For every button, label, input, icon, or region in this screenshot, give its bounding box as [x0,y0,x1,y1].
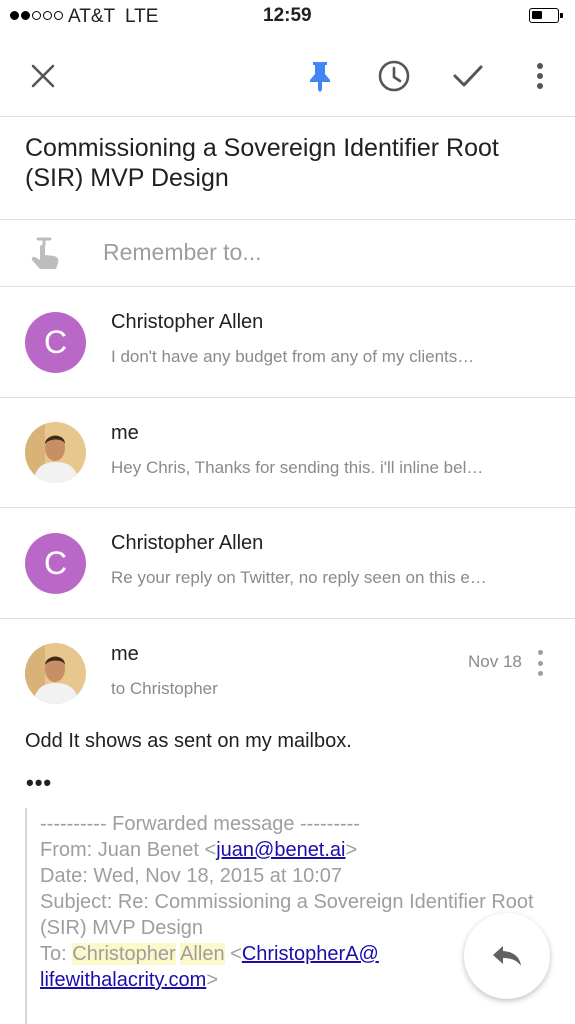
carrier-name: AT&T [68,6,116,27]
forwarded-subject: Subject: Re: Commissioning a Sovereign I… [40,891,534,939]
thread-message-collapsed[interactable]: C Christopher Allen I don't have any bud… [0,287,575,397]
message-snippet: Hey Chris, Thanks for sending this. i'll… [111,458,484,477]
reminder-input[interactable]: Remember to... [103,239,262,266]
message-snippet: I don't have any budget from any of my c… [111,347,475,366]
to-email-link[interactable]: ChristopherA@ [242,943,379,965]
sender-name: Christopher Allen [111,311,264,333]
from-email-link[interactable]: juan@benet.ai [216,839,345,861]
message-snippet: Re your reply on Twitter, no reply seen … [111,568,487,587]
recipients-line[interactable]: to Christopher [111,679,218,699]
reply-button[interactable] [464,913,550,999]
more-options-button[interactable] [518,54,562,98]
message-body: Odd It shows as sent on my mailbox. [25,730,352,752]
reply-icon [493,946,521,966]
avatar: C [25,533,86,594]
reminder-row[interactable]: Remember to... [0,220,575,286]
network-type: LTE [125,6,159,27]
sender-name: me [111,643,139,665]
toolbar [0,34,575,117]
sender-name: me [111,422,139,444]
message-date: Nov 18 [468,652,522,671]
pin-button[interactable] [298,54,342,98]
divider [0,618,575,619]
show-quoted-text-button[interactable]: ••• [26,770,52,796]
close-button[interactable] [21,54,65,98]
status-bar: AT&T LTE 12:59 [0,0,575,32]
status-time: 12:59 [263,5,312,26]
avatar: C [25,312,86,373]
avatar-photo [25,643,86,704]
snooze-button[interactable] [372,54,416,98]
battery-icon [529,8,563,23]
sender-name: Christopher Allen [111,532,264,554]
forwarded-date: Date: Wed, Nov 18, 2015 at 10:07 [40,865,343,887]
clock-icon [378,60,410,92]
pin-icon [310,62,330,92]
message-more-options-button[interactable] [528,648,552,678]
more-vert-icon [537,63,543,89]
reminder-finger-icon [31,237,59,269]
checkmark-icon [453,65,483,87]
to-email-link[interactable]: lifewithalacrity.com [40,969,206,991]
forwarded-from: From: Juan Benet <juan@benet.ai> [40,839,358,861]
email-subject: Commissioning a Sovereign Identifier Roo… [25,134,499,192]
avatar-photo [25,422,86,483]
thread-message-collapsed[interactable]: me Hey Chris, Thanks for sending this. i… [0,398,575,508]
forwarded-header: ---------- Forwarded message --------- [40,813,360,835]
done-button[interactable] [446,54,490,98]
signal-strength-icon [10,11,63,20]
thread-message-collapsed[interactable]: C Christopher Allen Re your reply on Twi… [0,508,575,618]
quote-bar [25,808,27,1024]
close-icon [31,64,55,88]
